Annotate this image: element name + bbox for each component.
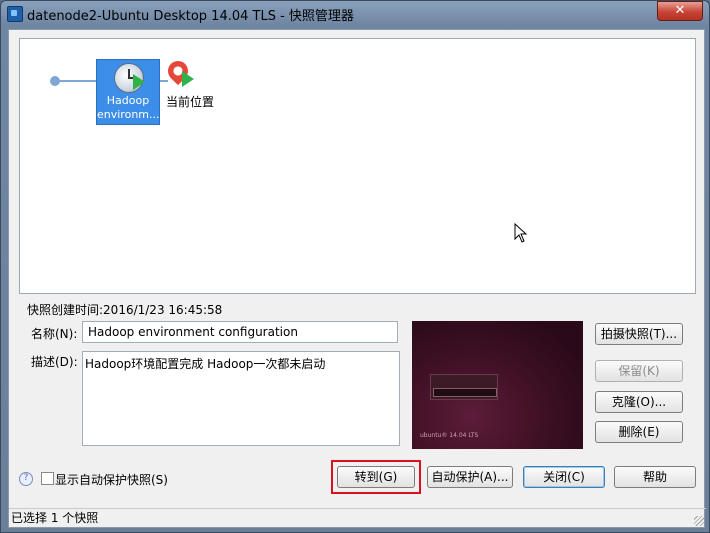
created-time: 快照创建时间:2016/1/23 16:45:58 — [27, 303, 223, 317]
snapshot-tree-panel[interactable]: Hadoop environm... 当前位置 — [19, 38, 696, 294]
play-icon — [182, 71, 194, 87]
keep-button[interactable]: 保留(K) — [595, 360, 683, 382]
tree-connector — [58, 80, 96, 82]
mouse-cursor-icon — [514, 223, 528, 243]
client-area: Hadoop environm... 当前位置 快照创建时间:2016/1/23… — [8, 29, 706, 528]
close-window-button[interactable]: ✕ — [657, 1, 703, 21]
close-button[interactable]: 关闭(C) — [523, 466, 605, 488]
current-position-label: 当前位置 — [166, 95, 215, 109]
description-label: 描述(D): — [31, 355, 78, 369]
window-title: datenode2-Ubuntu Desktop 14.04 TLS - 快照管… — [27, 9, 354, 24]
preview-brand-text: ubuntu® 14.04 LTS — [420, 432, 479, 439]
goto-button[interactable]: 转到(G) — [337, 466, 415, 488]
title-bar[interactable]: datenode2-Ubuntu Desktop 14.04 TLS - 快照管… — [1, 1, 709, 25]
current-position-node[interactable]: 当前位置 — [163, 56, 226, 111]
help-button[interactable]: 帮助 — [614, 466, 696, 488]
preview-login-box — [430, 374, 498, 400]
help-circle-icon[interactable]: ? — [19, 472, 33, 486]
resize-grip-icon[interactable] — [694, 516, 704, 526]
play-icon — [133, 74, 145, 90]
description-field[interactable]: Hadoop环境配置完成 Hadoop一次都未启动 — [82, 351, 400, 446]
name-label: 名称(N): — [31, 327, 78, 341]
show-autoprotect-label[interactable]: 显示自动保护快照(S) — [55, 471, 168, 488]
status-bar: 已选择 1 个快照 — [9, 508, 706, 528]
autoprotect-button[interactable]: 自动保护(A)... — [427, 466, 513, 488]
status-text: 已选择 1 个快照 — [11, 511, 99, 525]
snapshot-preview-thumbnail: ubuntu® 14.04 LTS — [412, 321, 583, 449]
delete-button[interactable]: 删除(E) — [595, 421, 683, 443]
preview-password-field — [433, 388, 497, 397]
vmware-app-icon — [7, 6, 23, 22]
snapshot-node-label: Hadoop environm... — [97, 94, 160, 121]
show-autoprotect-checkbox[interactable] — [41, 472, 54, 485]
snapshot-node-hadoop[interactable]: Hadoop environm... — [96, 59, 160, 125]
clone-button[interactable]: 克隆(O)... — [595, 391, 683, 413]
take-snapshot-button[interactable]: 拍摄快照(T)... — [595, 323, 683, 345]
snapshot-manager-window: datenode2-Ubuntu Desktop 14.04 TLS - 快照管… — [0, 0, 710, 533]
name-field[interactable]: Hadoop environment configuration — [82, 321, 398, 343]
